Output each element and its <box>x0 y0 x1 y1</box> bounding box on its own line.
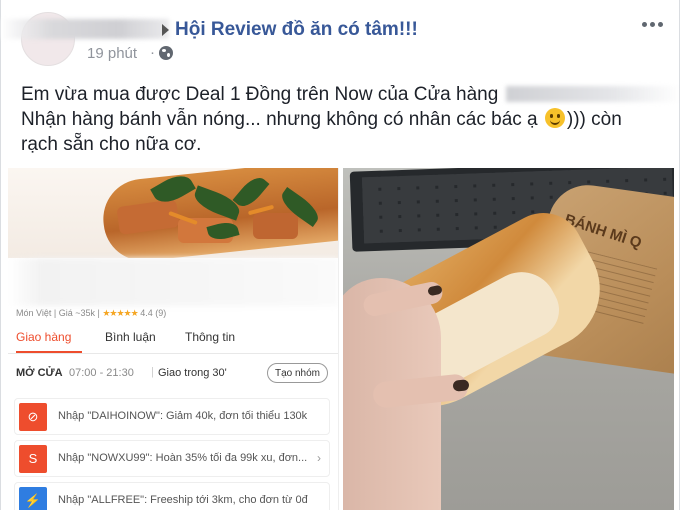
delivery-time: Giao trong 30' <box>158 367 227 379</box>
hours-separator: | <box>151 366 154 378</box>
opening-hours: 07:00 - 21:30 <box>69 367 134 379</box>
facebook-post: Hội Review đồ ăn có tâm!!! 19 phút · Em … <box>0 0 680 510</box>
smile-emoji-icon <box>544 108 565 128</box>
post-line-2-tail: ))) còn <box>566 109 622 130</box>
meta-separator: · <box>150 44 155 61</box>
bread-photo-image[interactable]: BÁNH MÌ Q <box>343 168 674 510</box>
blurred-author-name <box>1 19 169 39</box>
promo-item[interactable]: S Nhập "NOWXU99": Hoàn 35% tối đa 99k xu… <box>14 440 330 477</box>
coupon-icon: ⊘ <box>19 403 47 431</box>
create-group-button[interactable]: Tạo nhóm <box>267 363 328 383</box>
active-tab-indicator <box>16 351 82 353</box>
shop-meta-text: Món Việt | Giá ~35k | <box>16 308 100 318</box>
promo-text: Nhập "DAIHOINOW": Giảm 40k, đơn tối thiể… <box>58 410 308 422</box>
meat-piece <box>253 213 298 239</box>
rating-stars-icon: ★★★★★ <box>102 308 138 318</box>
freeship-icon: ⚡ <box>19 487 47 510</box>
app-screenshot-image[interactable]: Món Việt | Giá ~35k | ★★★★★ 4.4 (9) Giao… <box>8 168 339 510</box>
shop-meta: Món Việt | Giá ~35k | ★★★★★ 4.4 (9) <box>16 308 166 319</box>
post-line-2: Nhận hàng bánh vẫn nóng... nhưng không c… <box>21 107 641 132</box>
promo-text: Nhập "NOWXU99": Hoàn 35% tối đa 99k xu, … <box>58 452 308 464</box>
blurred-shop-title <box>8 258 338 306</box>
promo-text: Nhập "ALLFREE": Freeship tới 3km, cho đơ… <box>58 494 308 506</box>
blurred-shop-name <box>506 86 680 102</box>
post-timestamp[interactable]: 19 phút <box>87 45 137 62</box>
tab-comments[interactable]: Bình luận <box>105 330 156 344</box>
globe-icon[interactable] <box>159 46 173 60</box>
post-line-3: rạch sẵn cho nữa cơ. <box>21 134 202 155</box>
post-line-2-text: Nhận hàng bánh vẫn nóng... nhưng không c… <box>21 109 538 130</box>
shop-tabs: Giao hàng Bình luận Thông tin <box>8 323 338 354</box>
tab-info[interactable]: Thông tin <box>185 330 235 344</box>
tab-delivery[interactable]: Giao hàng <box>16 330 71 344</box>
caret-right-icon <box>162 24 169 36</box>
chevron-right-icon: › <box>317 451 321 465</box>
promo-item[interactable]: ⊘ Nhập "DAIHOINOW": Giảm 40k, đơn tối th… <box>14 398 330 435</box>
coin-icon: S <box>19 445 47 473</box>
group-name-link[interactable]: Hội Review đồ ăn có tâm!!! <box>175 19 418 41</box>
promo-item[interactable]: ⚡ Nhập "ALLFREE": Freeship tới 3km, cho … <box>14 482 330 510</box>
more-options-icon[interactable] <box>642 22 663 27</box>
banh-mi-food-photo <box>8 168 338 258</box>
opening-hours-row: MỞ CỬA 07:00 - 21:30 | Giao trong 30' Tạ… <box>8 363 338 389</box>
open-label: MỞ CỬA <box>16 367 63 379</box>
rating-value: 4.4 (9) <box>140 308 167 318</box>
